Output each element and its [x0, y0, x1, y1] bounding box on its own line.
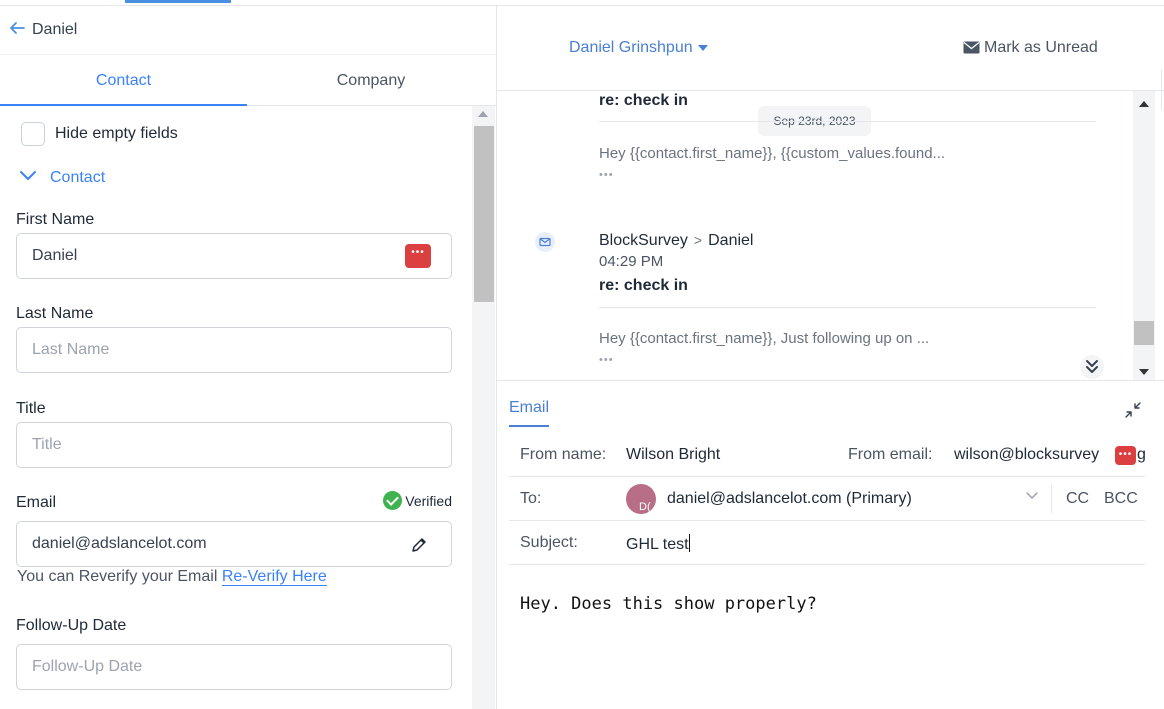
email-input[interactable]: daniel@adslancelot.com — [16, 521, 452, 567]
detail-tabs: Contact Company — [0, 55, 496, 106]
more-dots-icon[interactable]: ••• — [599, 169, 614, 181]
message-divider — [599, 307, 1096, 308]
chevron-down-icon[interactable] — [1025, 491, 1039, 501]
subject-row: Subject: GHL test — [509, 522, 1145, 565]
assignee-name: Daniel Grinshpun — [569, 39, 693, 56]
from-row: From name: Wilson Bright From email: wil… — [509, 434, 1146, 477]
contact-name[interactable]: Daniel — [32, 21, 77, 39]
reverify-hint: You can Reverify your Email Re-Verify He… — [17, 568, 327, 586]
avatar-initials: D( — [639, 501, 651, 513]
scroll-up-arrow-icon[interactable] — [1139, 101, 1149, 107]
message-time: 04:29 PM — [599, 253, 664, 270]
title-placeholder: Title — [32, 436, 62, 453]
from-email-value[interactable]: wilson@blocksurvey — [954, 446, 1099, 464]
scroll-down-arrow-icon[interactable] — [1139, 369, 1149, 375]
direction-separator: > — [693, 232, 703, 248]
message-subject: re: check in — [599, 277, 688, 294]
message-divider — [599, 121, 1096, 122]
to-divider — [1051, 485, 1052, 513]
scroll-thumb[interactable] — [1134, 321, 1154, 345]
subject-value: GHL test — [626, 536, 689, 553]
first-name-label: First Name — [16, 211, 95, 228]
subject-label: Subject: — [520, 534, 578, 551]
message-sender-line: BlockSurvey > Daniel — [599, 232, 753, 250]
tab-contact[interactable]: Contact — [0, 55, 247, 106]
to-row: To: D( daniel@adslancelot.com (Primary) … — [509, 478, 1145, 521]
first-name-value: Daniel — [32, 247, 78, 264]
followup-date-placeholder: Follow-Up Date — [32, 658, 143, 675]
mark-unread-label: Mark as Unread — [984, 39, 1098, 56]
followup-date-label: Follow-Up Date — [16, 617, 127, 634]
fields-scroll-area: Hide empty fields Contact First Name Dan… — [0, 106, 496, 709]
subject-input[interactable]: GHL test — [626, 534, 690, 554]
contact-panel: Daniel Contact Company Hide empty fields… — [0, 6, 497, 709]
first-name-input[interactable]: Daniel — [16, 233, 452, 279]
followup-date-input[interactable]: Follow-Up Date — [16, 644, 452, 690]
verified-badge: Verified — [383, 491, 452, 511]
back-arrow-icon[interactable] — [8, 19, 26, 37]
sender-name: BlockSurvey — [599, 232, 688, 249]
tab-company[interactable]: Company — [247, 55, 495, 106]
verified-text: Verified — [405, 492, 452, 509]
conversation-header: Daniel Grinshpun Mark as Unread — [497, 6, 1164, 110]
tab-email[interactable]: Email — [509, 399, 550, 427]
message-subject: re: check in — [599, 92, 688, 109]
recipient-name: Daniel — [708, 232, 754, 249]
cc-button[interactable]: CC — [1066, 490, 1089, 508]
from-email-tail: g — [1137, 446, 1146, 463]
conversation-panel: Daniel Grinshpun Mark as Unread re: chec… — [497, 6, 1164, 709]
from-name-label: From name: — [520, 446, 607, 463]
collapse-icon[interactable] — [1124, 401, 1142, 419]
to-recipient-value[interactable]: daniel@adslancelot.com (Primary) — [667, 490, 912, 508]
message-thread: re: check in Sep 23rd, 2023 Hey {{contac… — [497, 91, 1164, 380]
double-chevron-down-icon — [1086, 360, 1098, 373]
email-message-icon — [535, 232, 555, 252]
chevron-down-icon — [20, 171, 36, 180]
hide-empty-fields-label: Hide empty fields — [55, 125, 178, 142]
email-value: daniel@adslancelot.com — [32, 535, 207, 552]
email-body[interactable]: Hey. Does this show properly? — [520, 594, 817, 614]
top-active-indicator — [125, 0, 231, 3]
scroll-up-arrow-icon[interactable] — [478, 111, 488, 117]
message-preview[interactable]: Hey {{contact.first_name}}, Just followi… — [599, 330, 929, 347]
contact-section-label: Contact — [50, 169, 106, 186]
email-composer: Email From name: Wilson Bright From emai… — [497, 380, 1164, 709]
hide-empty-fields-checkbox[interactable] — [21, 122, 45, 146]
envelope-icon — [963, 41, 980, 54]
bcc-button[interactable]: BCC — [1104, 490, 1138, 508]
scroll-to-bottom-button[interactable] — [1080, 355, 1104, 379]
contact-header: Daniel — [0, 6, 496, 55]
last-name-input[interactable]: Last Name — [16, 327, 452, 373]
fields-scrollbar[interactable] — [472, 106, 495, 709]
mark-unread-button[interactable]: Mark as Unread — [963, 39, 1098, 57]
title-label: Title — [16, 400, 46, 417]
pencil-edit-icon[interactable] — [409, 535, 429, 555]
last-name-label: Last Name — [16, 305, 94, 322]
from-name-value[interactable]: Wilson Bright — [626, 446, 720, 464]
password-manager-icon[interactable] — [1115, 446, 1136, 465]
password-manager-icon[interactable] — [405, 244, 431, 268]
assignee-dropdown[interactable]: Daniel Grinshpun — [569, 39, 708, 57]
scroll-thumb[interactable] — [474, 126, 494, 302]
check-circle-icon — [383, 491, 403, 510]
to-label: To: — [520, 490, 542, 507]
text-cursor — [688, 534, 690, 552]
last-name-placeholder: Last Name — [32, 341, 110, 358]
title-input[interactable]: Title — [16, 422, 452, 468]
thread-scrollbar[interactable] — [1133, 91, 1155, 380]
email-label: Email — [16, 494, 57, 511]
reverify-link[interactable]: Re-Verify Here — [221, 568, 327, 586]
more-dots-icon[interactable]: ••• — [599, 354, 614, 366]
message-preview[interactable]: Hey {{contact.first_name}}, {{custom_val… — [599, 145, 945, 162]
caret-down-icon — [697, 44, 708, 51]
avatar: D( — [626, 484, 656, 514]
reverify-text: You can Reverify your Email — [17, 568, 218, 585]
from-email-label: From email: — [848, 446, 933, 463]
